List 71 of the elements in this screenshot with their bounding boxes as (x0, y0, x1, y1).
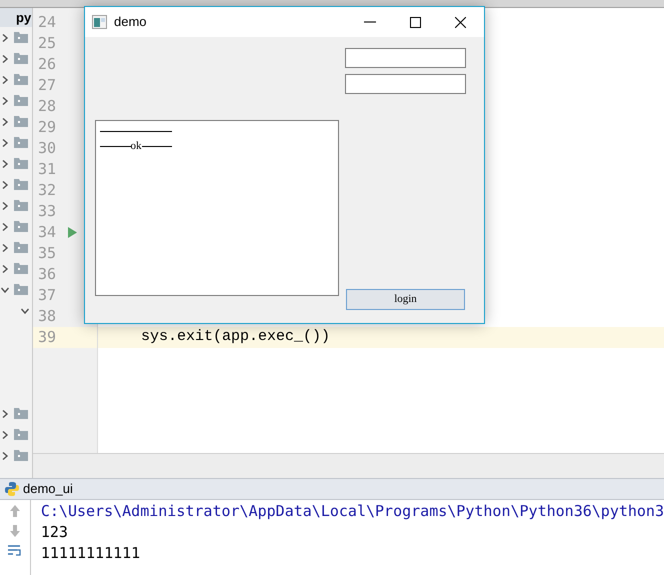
project-name: py (16, 8, 32, 27)
line-number: 24 (38, 12, 58, 34)
chevron-right-icon[interactable] (1, 410, 9, 418)
chevron-right-icon[interactable] (1, 34, 9, 42)
line-number: 25 (38, 33, 58, 54)
maximize-icon[interactable] (410, 16, 421, 28)
window-icon (92, 15, 107, 29)
line-number: 36 (38, 264, 58, 286)
chevron-right-icon[interactable] (1, 180, 9, 188)
chevron-right-icon[interactable] (1, 138, 9, 146)
line-number: 31 (38, 159, 58, 180)
folder-icon (14, 179, 28, 190)
window-title: demo (114, 13, 147, 32)
console-command: C:\Users\Administrator\AppData\Local\Programs\Python\Python36\python3 (40, 501, 664, 522)
chevron-right-icon[interactable] (1, 222, 9, 230)
folder-icon (14, 32, 28, 43)
list-item-label: ok (130, 141, 142, 152)
list-box[interactable]: ok (95, 120, 339, 296)
run-tab[interactable]: demo_ui (23, 479, 73, 499)
run-icon[interactable] (68, 227, 77, 238)
chevron-down-icon[interactable] (21, 306, 29, 314)
line-number: 39 (38, 327, 58, 348)
separator-line (100, 131, 172, 132)
chevron-right-icon[interactable] (1, 244, 9, 252)
folder-icon (14, 429, 28, 440)
close-icon[interactable] (455, 16, 466, 28)
line-number: 38 (38, 306, 58, 328)
folder-icon (14, 263, 28, 274)
folder-icon (14, 95, 28, 106)
line-number: 27 (38, 75, 58, 96)
login-button[interactable]: login (346, 289, 465, 310)
minimize-icon[interactable] (364, 21, 376, 23)
line-number: 33 (38, 201, 58, 222)
chevron-right-icon[interactable] (1, 264, 9, 272)
chevron-right-icon[interactable] (1, 202, 9, 210)
line-number: 29 (38, 117, 58, 138)
chevron-right-icon[interactable] (1, 76, 9, 84)
folder-icon (14, 158, 28, 169)
chevron-right-icon[interactable] (1, 54, 9, 62)
folder-icon (14, 450, 28, 461)
input-field[interactable] (345, 48, 466, 68)
chevron-right-icon[interactable] (1, 160, 9, 168)
line-number: 30 (38, 138, 58, 160)
line-number: 34 (38, 222, 58, 244)
line-number: 37 (38, 285, 58, 306)
code-line: sys.exit(app.exec_()) (141, 327, 330, 348)
chevron-down-icon[interactable] (1, 286, 9, 294)
line-number: 32 (38, 180, 58, 202)
folder-icon (14, 200, 28, 211)
folder-icon (14, 284, 28, 295)
input-field[interactable] (345, 74, 466, 94)
chevron-right-icon[interactable] (1, 430, 9, 438)
line-number: 35 (38, 243, 58, 264)
soft-wrap-icon[interactable] (6, 544, 23, 558)
chevron-right-icon[interactable] (1, 118, 9, 126)
folder-icon (14, 408, 28, 419)
console-output: 123 (40, 522, 69, 543)
chevron-right-icon[interactable] (1, 96, 9, 104)
console-output: 11111111111 (40, 543, 142, 564)
folder-icon (14, 242, 28, 253)
line-number: 26 (38, 54, 58, 76)
folder-icon (14, 116, 28, 127)
folder-icon (14, 74, 28, 85)
folder-icon (14, 221, 28, 232)
folder-icon (14, 137, 28, 148)
python-icon (4, 481, 20, 497)
separator-line (100, 146, 130, 147)
chevron-right-icon[interactable] (1, 452, 9, 460)
line-number: 28 (38, 96, 58, 118)
folder-icon (14, 53, 28, 64)
separator-line (142, 146, 172, 147)
